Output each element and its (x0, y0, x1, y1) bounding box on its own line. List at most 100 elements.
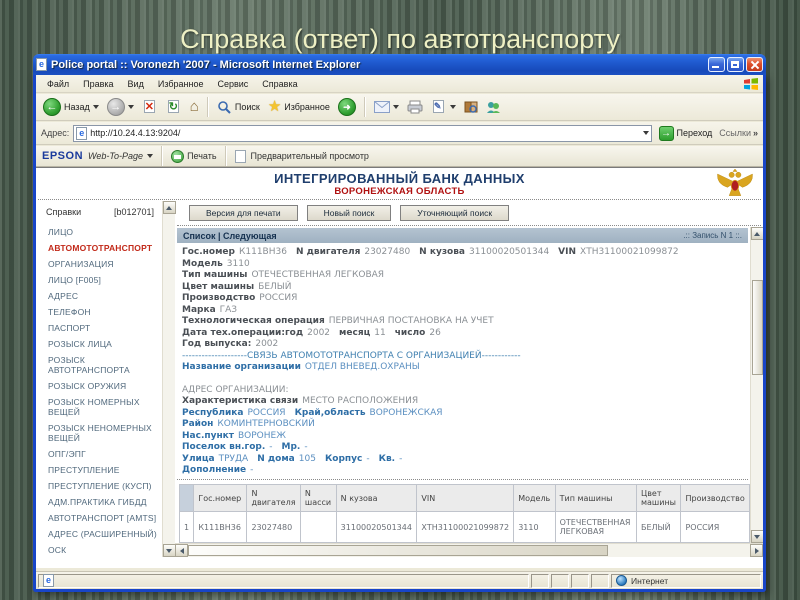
sidebar-item[interactable]: ТЕЛЕФОН (36, 304, 162, 320)
sidebar-item[interactable]: ЛИЦО (36, 224, 162, 240)
table-cell: 1 (180, 512, 194, 543)
record-details: Гос.номерК111ВН36N двигателя23027480N ку… (175, 243, 750, 478)
status-cell (571, 574, 589, 588)
sidebar-header-label: Справки (46, 207, 81, 217)
action-button[interactable]: Версия для печати (189, 205, 298, 221)
field-value: ТРУДА (219, 454, 249, 464)
sidebar-item[interactable]: АДРЕС (36, 288, 162, 304)
address-dropdown-icon[interactable] (643, 131, 649, 135)
menu-item[interactable]: Справка (255, 77, 304, 91)
field-label: Поселок вн.гор. (182, 442, 265, 452)
record-nav-bar: Список | Следующая .:: Запись N 1 ::. (177, 228, 748, 243)
mail-button[interactable] (371, 100, 402, 114)
sidebar-item[interactable]: РОЗЫСК АВТОТРАНСПОРТА (36, 352, 162, 378)
sidebar-item[interactable]: ОСК (36, 542, 162, 557)
refresh-button[interactable]: ↻ (163, 98, 185, 116)
scroll-right-icon[interactable] (750, 544, 763, 557)
menu-item[interactable]: Правка (76, 77, 120, 91)
scroll-down-icon[interactable] (751, 530, 764, 543)
home-icon: ⌂ (190, 99, 199, 115)
main-scrollbar-horizontal[interactable] (175, 543, 763, 557)
sidebar-item[interactable]: ПРЕСТУПЛЕНИЕ (36, 462, 162, 478)
action-button[interactable]: Новый поиск (307, 205, 392, 221)
scroll-up-icon[interactable] (163, 201, 176, 214)
edit-button[interactable]: ✎ (428, 98, 459, 116)
history-button[interactable]: ➜ (335, 97, 359, 117)
maximize-button[interactable] (727, 57, 744, 72)
main-scrollbar-vertical[interactable] (750, 227, 763, 543)
menu-item[interactable]: Вид (121, 77, 151, 91)
sidebar-item[interactable]: АВТОМОТОТРАНСПОРТ (36, 240, 162, 256)
stop-button[interactable]: ✕ (139, 98, 161, 116)
back-label: Назад (64, 102, 90, 112)
field-value: - (250, 465, 253, 475)
sidebar-scrollbar[interactable] (162, 201, 175, 557)
scroll-up-icon[interactable] (751, 227, 764, 240)
table-header-cell: N двигателя (247, 485, 300, 512)
sidebar-item[interactable]: ПАСПОРТ (36, 320, 162, 336)
url-page-icon: e (76, 127, 87, 140)
history-icon: ➜ (338, 98, 356, 116)
field-label: Нас.пункт (182, 431, 234, 441)
address-input[interactable] (90, 128, 639, 138)
record-counter: .:: Запись N 1 ::. (683, 231, 742, 240)
sidebar-item[interactable]: ЛИЦО [F005] (36, 272, 162, 288)
epson-preview-button[interactable]: Предварительный просмотр (235, 150, 369, 163)
field-value: 105 (299, 454, 316, 464)
minimize-button[interactable] (708, 57, 725, 72)
links-chevron-icon: » (753, 128, 758, 138)
menu-item[interactable]: Сервис (210, 77, 255, 91)
search-icon (217, 100, 232, 115)
forward-button[interactable]: → (104, 97, 137, 117)
action-button[interactable]: Уточняющий поиск (400, 205, 509, 221)
sidebar-item[interactable]: АДМ.ПРАКТИКА ГИБДД (36, 494, 162, 510)
print-button[interactable] (404, 99, 426, 115)
sidebar-item[interactable]: РОЗЫСК НОМЕРНЫХ ВЕЩЕЙ (36, 394, 162, 420)
record-line: Название организацииОТДЕЛ ВНЕВЕД.ОХРАНЫ (182, 362, 750, 374)
field-label: Корпус (325, 454, 362, 464)
links-button[interactable]: Ссылки » (719, 128, 758, 138)
field-value: МЕСТО РАСПОЛОЖЕНИЯ (302, 396, 418, 406)
search-button[interactable]: Поиск (214, 99, 263, 116)
sidebar-header-code: [b012701] (114, 207, 154, 217)
back-dropdown-icon[interactable] (93, 105, 99, 109)
edit-dropdown-icon[interactable] (450, 105, 456, 109)
sidebar-item[interactable]: РОЗЫСК ЛИЦА (36, 336, 162, 352)
back-button[interactable]: ← Назад (40, 97, 102, 117)
go-label: Переход (677, 128, 713, 138)
field-value: ПЕРВИЧНАЯ ПОСТАНОВКА НА УЧЕТ (329, 316, 494, 326)
epson-webtopage-menu[interactable]: Web-To-Page (88, 151, 153, 161)
menu-item[interactable]: Файл (40, 77, 76, 91)
sidebar-item[interactable]: РОЗЫСК ОРУЖИЯ (36, 378, 162, 394)
status-main-cell: e (38, 574, 529, 588)
messenger-button[interactable] (483, 99, 504, 115)
table-row[interactable]: 1К111ВН362302748031100020501344ХТН311000… (180, 512, 750, 543)
forward-dropdown-icon[interactable] (128, 105, 134, 109)
sidebar-item[interactable]: ОРГАНИЗАЦИЯ (36, 256, 162, 272)
field-value: 2002 (255, 339, 278, 349)
links-label: Ссылки (719, 128, 751, 138)
research-button[interactable] (461, 99, 481, 115)
list-next-links[interactable]: Список | Следующая (183, 231, 277, 241)
go-button[interactable]: → Переход (656, 125, 716, 142)
record-line: РеспубликаРОССИЯКрай,областьВОРОНЕЖСКАЯ (182, 408, 750, 420)
epson-menu-dropdown-icon (147, 154, 153, 158)
sidebar-item[interactable]: РОЗЫСК НЕНОМЕРНЫХ ВЕЩЕЙ (36, 420, 162, 446)
slide-title: Справка (ответ) по автотранспорту (0, 24, 800, 55)
home-button[interactable]: ⌂ (187, 98, 202, 116)
status-zone-cell: Интернет (611, 574, 761, 588)
table-header-cell: Модель (514, 485, 555, 512)
sidebar-item[interactable]: ОПГ/ЭПГ (36, 446, 162, 462)
sidebar-item[interactable]: АВТОТРАНСПОРТ [AMTS] (36, 510, 162, 526)
close-button[interactable] (746, 57, 763, 72)
window-title-bar[interactable]: e Police portal :: Voronezh '2007 - Micr… (33, 54, 766, 75)
mvd-emblem-icon (715, 169, 755, 199)
epson-print-button[interactable]: Печать (171, 150, 216, 163)
mail-dropdown-icon[interactable] (393, 105, 399, 109)
scroll-down-icon[interactable] (163, 544, 176, 557)
sidebar-item[interactable]: АДРЕС (РАСШИРЕННЫЙ) (36, 526, 162, 542)
menu-item[interactable]: Избранное (151, 77, 211, 91)
scroll-left-icon[interactable] (175, 544, 188, 557)
sidebar-item[interactable]: ПРЕСТУПЛЕНИЕ (КУСП) (36, 478, 162, 494)
favorites-button[interactable]: ★ Избранное (265, 98, 333, 116)
